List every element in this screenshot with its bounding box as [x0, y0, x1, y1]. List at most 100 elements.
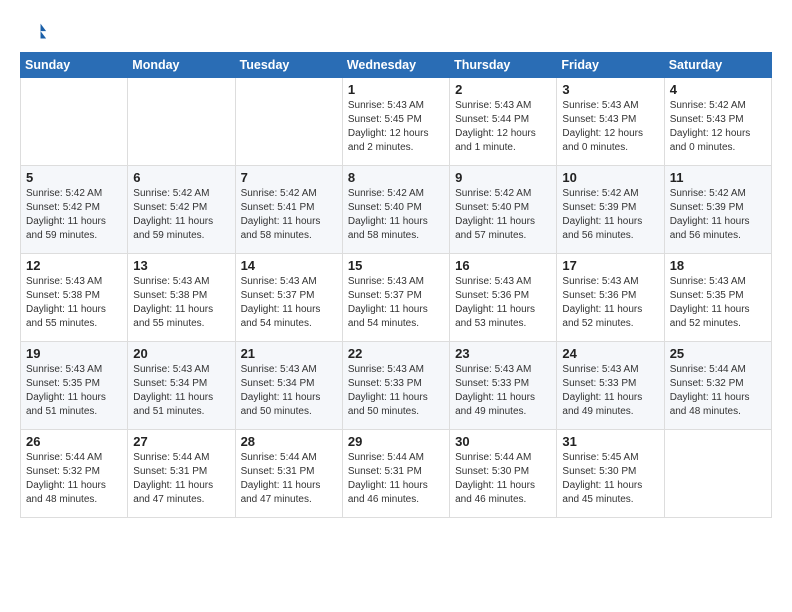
day-number: 28	[241, 434, 337, 449]
cell-info: Sunrise: 5:43 AM Sunset: 5:37 PM Dayligh…	[348, 275, 444, 331]
day-number: 25	[670, 346, 766, 361]
day-number: 17	[562, 258, 658, 273]
calendar-cell: 14 Sunrise: 5:43 AM Sunset: 5:37 PM Dayli…	[235, 254, 342, 342]
day-number: 30	[455, 434, 551, 449]
week-row: 1 Sunrise: 5:43 AM Sunset: 5:45 PM Daylig…	[21, 78, 772, 166]
calendar-cell: 10 Sunrise: 5:42 AM Sunset: 5:39 PM Dayli…	[557, 166, 664, 254]
logo	[20, 18, 52, 46]
header-day: Saturday	[664, 53, 771, 78]
day-number: 7	[241, 170, 337, 185]
day-number: 13	[133, 258, 229, 273]
cell-info: Sunrise: 5:44 AM Sunset: 5:32 PM Dayligh…	[670, 363, 766, 419]
day-number: 2	[455, 82, 551, 97]
day-number: 8	[348, 170, 444, 185]
calendar-cell: 28 Sunrise: 5:44 AM Sunset: 5:31 PM Dayli…	[235, 430, 342, 518]
cell-info: Sunrise: 5:43 AM Sunset: 5:33 PM Dayligh…	[348, 363, 444, 419]
day-number: 3	[562, 82, 658, 97]
cell-info: Sunrise: 5:42 AM Sunset: 5:39 PM Dayligh…	[562, 187, 658, 243]
cell-info: Sunrise: 5:43 AM Sunset: 5:43 PM Dayligh…	[562, 99, 658, 155]
header-day: Monday	[128, 53, 235, 78]
day-number: 1	[348, 82, 444, 97]
calendar-cell: 3 Sunrise: 5:43 AM Sunset: 5:43 PM Daylig…	[557, 78, 664, 166]
cell-info: Sunrise: 5:42 AM Sunset: 5:40 PM Dayligh…	[455, 187, 551, 243]
week-row: 26Sunrise: 5:44 AM Sunset: 5:32 PM Dayli…	[21, 430, 772, 518]
cell-info: Sunrise: 5:43 AM Sunset: 5:37 PM Dayligh…	[241, 275, 337, 331]
calendar-cell: 15 Sunrise: 5:43 AM Sunset: 5:37 PM Dayli…	[342, 254, 449, 342]
calendar-cell	[664, 430, 771, 518]
week-row: 12 Sunrise: 5:43 AM Sunset: 5:38 PM Dayli…	[21, 254, 772, 342]
header-day: Wednesday	[342, 53, 449, 78]
calendar-cell: 7 Sunrise: 5:42 AM Sunset: 5:41 PM Daylig…	[235, 166, 342, 254]
calendar-cell: 27Sunrise: 5:44 AM Sunset: 5:31 PM Dayli…	[128, 430, 235, 518]
page: SundayMondayTuesdayWednesdayThursdayFrid…	[0, 0, 792, 532]
day-number: 4	[670, 82, 766, 97]
day-number: 31	[562, 434, 658, 449]
day-number: 23	[455, 346, 551, 361]
logo-icon	[20, 18, 48, 46]
cell-info: Sunrise: 5:43 AM Sunset: 5:34 PM Dayligh…	[241, 363, 337, 419]
cell-info: Sunrise: 5:43 AM Sunset: 5:33 PM Dayligh…	[562, 363, 658, 419]
cell-info: Sunrise: 5:43 AM Sunset: 5:38 PM Dayligh…	[133, 275, 229, 331]
cell-info: Sunrise: 5:44 AM Sunset: 5:32 PM Dayligh…	[26, 451, 122, 507]
day-number: 6	[133, 170, 229, 185]
cell-info: Sunrise: 5:42 AM Sunset: 5:42 PM Dayligh…	[133, 187, 229, 243]
calendar-cell: 6 Sunrise: 5:42 AM Sunset: 5:42 PM Daylig…	[128, 166, 235, 254]
day-number: 24	[562, 346, 658, 361]
calendar-cell: 1 Sunrise: 5:43 AM Sunset: 5:45 PM Daylig…	[342, 78, 449, 166]
calendar-cell: 31 Sunrise: 5:45 AM Sunset: 5:30 PM Dayli…	[557, 430, 664, 518]
day-number: 20	[133, 346, 229, 361]
header-day: Tuesday	[235, 53, 342, 78]
header-day: Sunday	[21, 53, 128, 78]
calendar-cell: 19Sunrise: 5:43 AM Sunset: 5:35 PM Dayli…	[21, 342, 128, 430]
calendar-cell: 20 Sunrise: 5:43 AM Sunset: 5:34 PM Dayli…	[128, 342, 235, 430]
calendar-cell: 26Sunrise: 5:44 AM Sunset: 5:32 PM Dayli…	[21, 430, 128, 518]
day-number: 12	[26, 258, 122, 273]
header-day: Thursday	[450, 53, 557, 78]
cell-info: Sunrise: 5:43 AM Sunset: 5:35 PM Dayligh…	[670, 275, 766, 331]
week-row: 19Sunrise: 5:43 AM Sunset: 5:35 PM Dayli…	[21, 342, 772, 430]
day-number: 11	[670, 170, 766, 185]
day-number: 16	[455, 258, 551, 273]
header	[20, 18, 772, 46]
calendar-cell: 22 Sunrise: 5:43 AM Sunset: 5:33 PM Dayli…	[342, 342, 449, 430]
cell-info: Sunrise: 5:44 AM Sunset: 5:30 PM Dayligh…	[455, 451, 551, 507]
calendar-cell: 29 Sunrise: 5:44 AM Sunset: 5:31 PM Dayli…	[342, 430, 449, 518]
cell-info: Sunrise: 5:43 AM Sunset: 5:34 PM Dayligh…	[133, 363, 229, 419]
calendar-table: SundayMondayTuesdayWednesdayThursdayFrid…	[20, 52, 772, 518]
calendar-cell: 18 Sunrise: 5:43 AM Sunset: 5:35 PM Dayli…	[664, 254, 771, 342]
calendar-cell: 24 Sunrise: 5:43 AM Sunset: 5:33 PM Dayli…	[557, 342, 664, 430]
day-number: 22	[348, 346, 444, 361]
cell-info: Sunrise: 5:42 AM Sunset: 5:41 PM Dayligh…	[241, 187, 337, 243]
calendar-cell: 30 Sunrise: 5:44 AM Sunset: 5:30 PM Dayli…	[450, 430, 557, 518]
cell-info: Sunrise: 5:43 AM Sunset: 5:44 PM Dayligh…	[455, 99, 551, 155]
calendar-cell: 11 Sunrise: 5:42 AM Sunset: 5:39 PM Dayli…	[664, 166, 771, 254]
calendar-cell: 25 Sunrise: 5:44 AM Sunset: 5:32 PM Dayli…	[664, 342, 771, 430]
cell-info: Sunrise: 5:43 AM Sunset: 5:45 PM Dayligh…	[348, 99, 444, 155]
cell-info: Sunrise: 5:42 AM Sunset: 5:40 PM Dayligh…	[348, 187, 444, 243]
cell-info: Sunrise: 5:45 AM Sunset: 5:30 PM Dayligh…	[562, 451, 658, 507]
day-number: 15	[348, 258, 444, 273]
calendar-cell	[128, 78, 235, 166]
day-number: 14	[241, 258, 337, 273]
cell-info: Sunrise: 5:42 AM Sunset: 5:39 PM Dayligh…	[670, 187, 766, 243]
calendar-cell	[235, 78, 342, 166]
header-row: SundayMondayTuesdayWednesdayThursdayFrid…	[21, 53, 772, 78]
calendar-cell: 12Sunrise: 5:43 AM Sunset: 5:38 PM Dayli…	[21, 254, 128, 342]
cell-info: Sunrise: 5:43 AM Sunset: 5:33 PM Dayligh…	[455, 363, 551, 419]
day-number: 29	[348, 434, 444, 449]
week-row: 5Sunrise: 5:42 AM Sunset: 5:42 PM Daylig…	[21, 166, 772, 254]
day-number: 18	[670, 258, 766, 273]
calendar-cell: 8 Sunrise: 5:42 AM Sunset: 5:40 PM Daylig…	[342, 166, 449, 254]
cell-info: Sunrise: 5:42 AM Sunset: 5:42 PM Dayligh…	[26, 187, 122, 243]
calendar-cell: 9Sunrise: 5:42 AM Sunset: 5:40 PM Daylig…	[450, 166, 557, 254]
cell-info: Sunrise: 5:44 AM Sunset: 5:31 PM Dayligh…	[348, 451, 444, 507]
cell-info: Sunrise: 5:42 AM Sunset: 5:43 PM Dayligh…	[670, 99, 766, 155]
calendar-cell: 17Sunrise: 5:43 AM Sunset: 5:36 PM Dayli…	[557, 254, 664, 342]
calendar-cell: 2 Sunrise: 5:43 AM Sunset: 5:44 PM Daylig…	[450, 78, 557, 166]
calendar-cell: 23 Sunrise: 5:43 AM Sunset: 5:33 PM Dayli…	[450, 342, 557, 430]
cell-info: Sunrise: 5:43 AM Sunset: 5:35 PM Dayligh…	[26, 363, 122, 419]
cell-info: Sunrise: 5:44 AM Sunset: 5:31 PM Dayligh…	[241, 451, 337, 507]
calendar-cell: 5Sunrise: 5:42 AM Sunset: 5:42 PM Daylig…	[21, 166, 128, 254]
calendar-cell: 4 Sunrise: 5:42 AM Sunset: 5:43 PM Daylig…	[664, 78, 771, 166]
day-number: 10	[562, 170, 658, 185]
